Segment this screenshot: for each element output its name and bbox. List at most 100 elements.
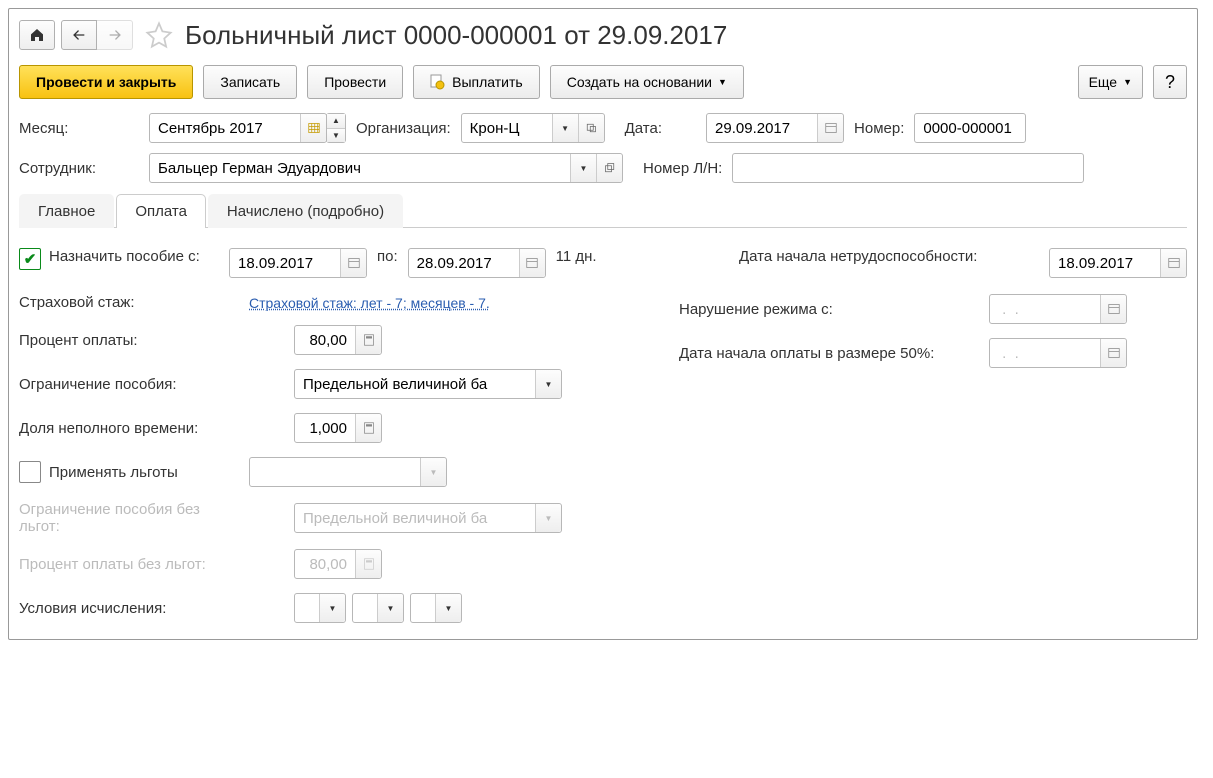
percent-no-ben-input xyxy=(294,549,382,579)
spin-up[interactable]: ▲ xyxy=(327,114,345,129)
ln-input[interactable] xyxy=(732,153,1084,183)
ln-value[interactable] xyxy=(733,154,1083,182)
percent-value[interactable] xyxy=(295,326,355,354)
date-to-input[interactable] xyxy=(408,248,546,278)
month-input[interactable] xyxy=(149,113,327,143)
share-input[interactable] xyxy=(294,413,382,443)
tab-payment[interactable]: Оплата xyxy=(116,194,206,228)
stazh-link[interactable]: Страховой стаж: лет - 7; месяцев - 7. xyxy=(249,295,490,311)
percent-input[interactable] xyxy=(294,325,382,355)
dropdown-button[interactable]: ▼ xyxy=(435,594,461,622)
chevron-down-icon: ▼ xyxy=(545,380,553,389)
date-input[interactable] xyxy=(706,113,844,143)
benefits-input[interactable]: ▼ xyxy=(249,457,447,487)
calendar-button[interactable] xyxy=(1100,339,1126,367)
calendar-button[interactable] xyxy=(340,249,366,277)
calendar-button[interactable] xyxy=(1100,295,1126,323)
calc-button[interactable] xyxy=(355,414,381,442)
half-pay-input[interactable] xyxy=(989,338,1127,368)
benefits-checkbox[interactable] xyxy=(19,461,41,483)
month-spinner[interactable]: ▲ ▼ xyxy=(326,113,346,143)
tab-main[interactable]: Главное xyxy=(19,194,114,228)
limit-no-ben-value xyxy=(295,504,535,532)
calendar-icon xyxy=(348,257,360,269)
date-from-value[interactable] xyxy=(230,249,340,277)
chevron-down-icon: ▼ xyxy=(718,77,727,87)
back-button[interactable] xyxy=(61,20,97,50)
employee-input[interactable]: ▼ xyxy=(149,153,623,183)
half-pay-value[interactable] xyxy=(990,339,1100,367)
ln-label: Номер Л/Н: xyxy=(643,160,722,177)
condition1-input[interactable]: ▼ xyxy=(294,593,346,623)
month-label: Месяц: xyxy=(19,120,139,137)
month-value[interactable] xyxy=(150,114,300,142)
spin-down[interactable]: ▼ xyxy=(327,129,345,143)
assign-label: Назначить пособие с: xyxy=(49,248,200,265)
limit-value[interactable] xyxy=(295,370,535,398)
disability-start-input[interactable] xyxy=(1049,248,1187,278)
limit-input[interactable]: ▼ xyxy=(294,369,562,399)
date-from-input[interactable] xyxy=(229,248,367,278)
share-value[interactable] xyxy=(295,414,355,442)
calendar-button[interactable] xyxy=(817,114,843,142)
save-button[interactable]: Записать xyxy=(203,65,297,99)
employee-label: Сотрудник: xyxy=(19,160,139,177)
arrow-left-icon xyxy=(71,27,87,43)
dropdown-button: ▼ xyxy=(535,504,561,532)
calculator-icon xyxy=(363,334,375,346)
help-button[interactable]: ? xyxy=(1153,65,1187,99)
calendar-icon xyxy=(1108,347,1120,359)
half-pay-label: Дата начала оплаты в размере 50%: xyxy=(679,345,979,362)
star-icon xyxy=(145,21,173,49)
limit-no-ben-label: Ограничение пособия без льгот: xyxy=(19,501,239,535)
condition2-input[interactable]: ▼ xyxy=(352,593,404,623)
violation-input[interactable] xyxy=(989,294,1127,324)
date-to-value[interactable] xyxy=(409,249,519,277)
org-value[interactable] xyxy=(462,114,552,142)
calendar-button[interactable] xyxy=(519,249,545,277)
chevron-down-icon: ▼ xyxy=(1123,77,1132,87)
post-close-button[interactable]: Провести и закрыть xyxy=(19,65,193,99)
calc-button[interactable] xyxy=(355,326,381,354)
post-button[interactable]: Провести xyxy=(307,65,403,99)
dropdown-button[interactable]: ▼ xyxy=(535,370,561,398)
dropdown-button[interactable]: ▼ xyxy=(552,114,578,142)
open-button[interactable] xyxy=(578,114,604,142)
chevron-down-icon: ▼ xyxy=(580,164,588,173)
page-title: Больничный лист 0000-000001 от 29.09.201… xyxy=(185,20,727,51)
home-button[interactable] xyxy=(19,20,55,50)
employee-value[interactable] xyxy=(150,154,570,182)
calendar-icon xyxy=(526,257,538,269)
tab-accrued[interactable]: Начислено (подробно) xyxy=(208,194,403,228)
percent-no-ben-value xyxy=(295,550,355,578)
openext-icon xyxy=(585,122,597,134)
dropdown-button[interactable]: ▼ xyxy=(377,594,403,622)
create-based-button[interactable]: Создать на основании ▼ xyxy=(550,65,744,99)
number-input[interactable] xyxy=(914,113,1026,143)
violation-value[interactable] xyxy=(990,295,1100,323)
number-label: Номер: xyxy=(854,120,904,137)
date-label: Дата: xyxy=(625,120,662,137)
condition3-input[interactable]: ▼ xyxy=(410,593,462,623)
dropdown-button[interactable]: ▼ xyxy=(420,458,446,486)
disability-start-label: Дата начала нетрудоспособности: xyxy=(739,248,1039,265)
arrow-right-icon xyxy=(107,27,123,43)
calendar-button[interactable] xyxy=(300,114,326,142)
forward-button xyxy=(97,20,133,50)
dropdown-button[interactable]: ▼ xyxy=(570,154,596,182)
disability-start-value[interactable] xyxy=(1050,249,1160,277)
favorite-button[interactable] xyxy=(143,19,175,51)
pay-button[interactable]: Выплатить xyxy=(413,65,540,99)
date-value[interactable] xyxy=(707,114,817,142)
number-value[interactable] xyxy=(915,114,1025,142)
open-button[interactable] xyxy=(596,154,622,182)
dropdown-button[interactable]: ▼ xyxy=(319,594,345,622)
openext-icon xyxy=(604,162,616,174)
percent-no-ben-label: Процент оплаты без льгот: xyxy=(19,556,239,573)
org-input[interactable]: ▼ xyxy=(461,113,605,143)
benefits-label: Применять льготы xyxy=(49,464,178,481)
calendar-button[interactable] xyxy=(1160,249,1186,277)
more-button[interactable]: Еще ▼ xyxy=(1078,65,1143,99)
assign-checkbox[interactable] xyxy=(19,248,41,270)
benefits-value[interactable] xyxy=(250,458,420,486)
